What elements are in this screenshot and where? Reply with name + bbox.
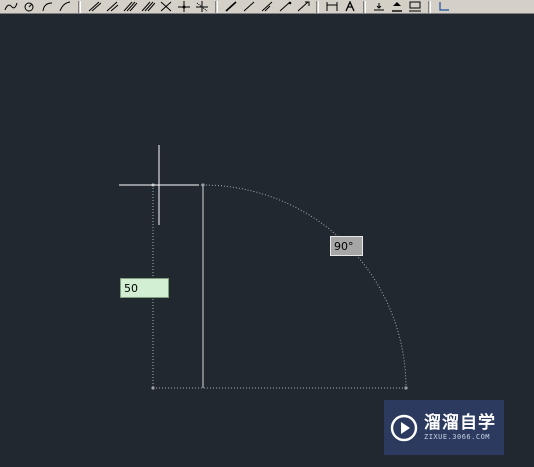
explode-icon[interactable] — [193, 0, 211, 13]
move-icon[interactable] — [175, 0, 193, 13]
gradient-icon[interactable] — [139, 0, 157, 13]
dim-aligned-icon[interactable] — [240, 0, 258, 13]
sector-arc — [202, 184, 407, 389]
watermark-text: 溜溜自学 ZIXUE.3066.COM — [424, 413, 496, 442]
dim-linear-icon[interactable] — [222, 0, 240, 13]
toolbar-separator — [78, 0, 81, 13]
multiline-text-icon[interactable] — [341, 0, 359, 13]
play-logo-icon — [390, 414, 418, 441]
spline-icon[interactable] — [56, 0, 74, 13]
endpoint-marker — [404, 386, 408, 390]
dynamic-length-input[interactable]: 50 — [120, 278, 169, 298]
watermark-title: 溜溜自学 — [424, 413, 496, 433]
ucs-tool-group — [433, 0, 455, 13]
layer-bottom-icon[interactable] — [388, 0, 406, 13]
crosshair-cursor — [119, 145, 199, 225]
drawing-toolbar — [0, 0, 534, 14]
dimension-tool-group — [220, 0, 314, 13]
ucs-icon[interactable] — [435, 0, 453, 13]
endpoint-marker — [201, 183, 205, 187]
dim-diameter-icon[interactable] — [294, 0, 312, 13]
layer-align-icon[interactable] — [370, 0, 388, 13]
dim-angular-icon[interactable] — [258, 0, 276, 13]
polyline-icon[interactable] — [103, 0, 121, 13]
watermark-logo: 溜溜自学 ZIXUE.3066.COM — [384, 400, 504, 455]
trim-icon[interactable] — [157, 0, 175, 13]
arc-icon[interactable] — [38, 0, 56, 13]
hatch-icon[interactable] — [121, 0, 139, 13]
text-tool-group — [321, 0, 361, 13]
toolbar-separator — [428, 0, 431, 13]
endpoint-marker — [151, 386, 155, 390]
arc-3point-icon[interactable] — [2, 0, 20, 13]
watermark-url: ZIXUE.3066.COM — [424, 433, 491, 441]
layer-tool-group — [368, 0, 426, 13]
dim-radius-icon[interactable] — [276, 0, 294, 13]
text-style-icon[interactable] — [323, 0, 341, 13]
line-icon[interactable] — [85, 0, 103, 13]
modify-tool-group — [83, 0, 213, 13]
draw-tool-group — [0, 0, 76, 13]
toolbar-separator — [215, 0, 218, 13]
toolbar-separator — [363, 0, 366, 13]
layer-properties-icon[interactable] — [406, 0, 424, 13]
toolbar-separator — [316, 0, 319, 13]
angle-tooltip: 90° — [330, 236, 363, 256]
circle-icon[interactable] — [20, 0, 38, 13]
